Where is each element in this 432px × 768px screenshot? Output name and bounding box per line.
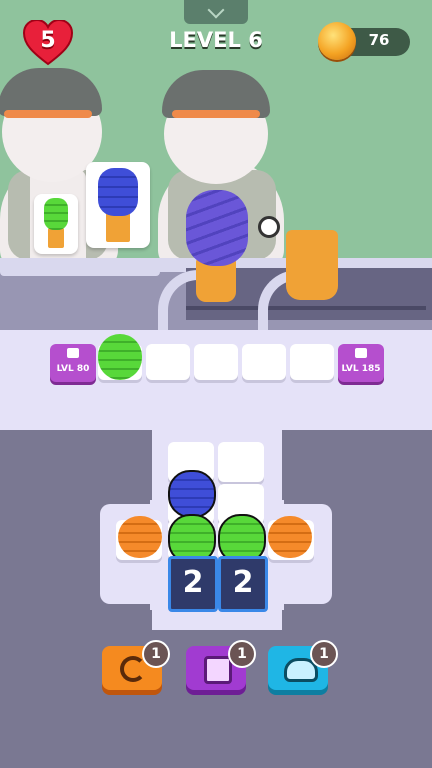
queue-slot-2[interactable]: [146, 344, 190, 380]
lock-label: LVL 185: [341, 364, 381, 374]
board-cell[interactable]: [218, 442, 264, 482]
lock-icon: [67, 348, 79, 358]
coin-count: 76: [368, 31, 390, 49]
undo-icon: [120, 656, 146, 682]
lock-icon: [355, 348, 367, 358]
chevron-down-icon: [207, 1, 225, 19]
served-scoop-purple: [186, 190, 248, 266]
coin-icon: [318, 22, 356, 60]
board-scoop-orange-left[interactable]: [118, 516, 162, 558]
order-bubble-large: [86, 162, 150, 248]
board-scoop-blue[interactable]: [168, 470, 216, 518]
level-title: LEVEL 6: [169, 28, 263, 52]
lives-count: 5: [40, 28, 56, 53]
stack-counter-left[interactable]: 2: [168, 556, 218, 612]
menu-pull-tab[interactable]: [184, 0, 248, 24]
hint-count-badge: 1: [310, 640, 338, 668]
shuffle-count-badge: 1: [228, 640, 256, 668]
stack-counter-right[interactable]: 2: [218, 556, 268, 612]
queue-slot-1[interactable]: [98, 334, 142, 380]
locked-slot-right[interactable]: LVL 185: [338, 344, 384, 382]
undo-count-badge: 1: [142, 640, 170, 668]
locked-slot-left[interactable]: LVL 80: [50, 344, 96, 382]
lock-label: LVL 80: [56, 364, 90, 374]
order-bubble-small: [34, 194, 78, 254]
watch-icon: [258, 216, 280, 238]
queue-slot-5[interactable]: [290, 344, 334, 380]
queue-slot-3[interactable]: [194, 344, 238, 380]
queue-slot-4[interactable]: [242, 344, 286, 380]
empty-cup: [286, 230, 338, 300]
queue-scoop-green: [98, 334, 142, 380]
shuffle-icon: [204, 656, 232, 684]
board-scoop-orange-right[interactable]: [268, 516, 312, 558]
